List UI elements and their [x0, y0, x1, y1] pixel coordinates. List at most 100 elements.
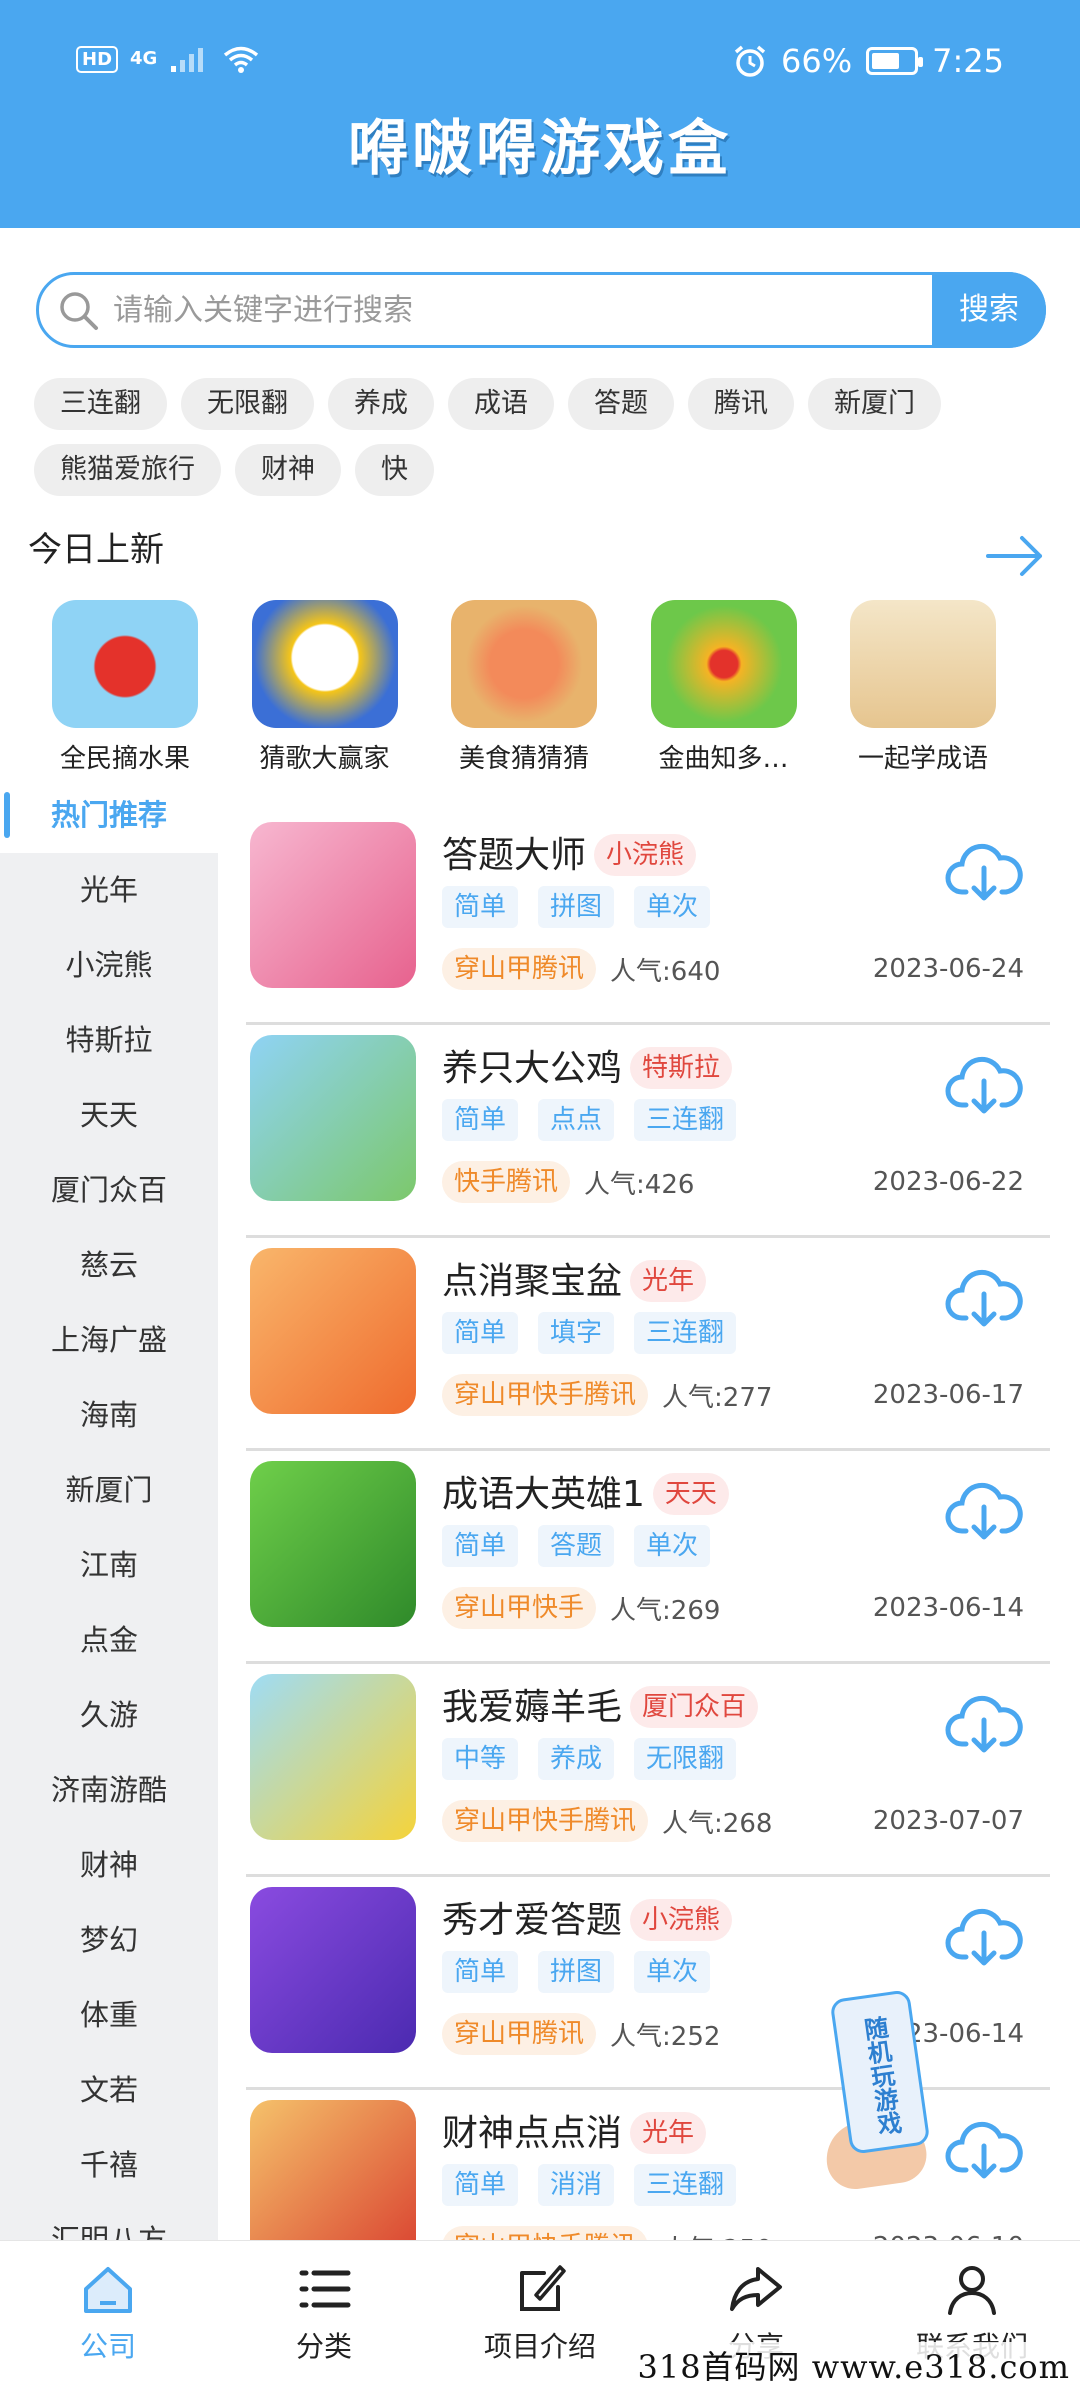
nav-item[interactable]: 公司: [0, 2241, 216, 2388]
sidebar-item[interactable]: 特斯拉: [0, 1003, 218, 1078]
company-badge: 小浣熊: [630, 1899, 733, 1941]
sidebar-item[interactable]: 点金: [0, 1603, 218, 1678]
hot-tag[interactable]: 无限翻: [181, 378, 314, 430]
hot-tag[interactable]: 成语: [448, 378, 554, 430]
sidebar-item[interactable]: 光年: [0, 853, 218, 928]
platform-badge: 穿山甲快手腾讯: [442, 1800, 649, 1842]
release-date: 2023-07-07: [872, 1806, 1024, 1836]
sidebar-item[interactable]: 汇明八方: [0, 2203, 218, 2240]
download-cloud-icon[interactable]: [944, 1692, 1024, 1756]
game-tags: 简单 拼图 单次: [442, 886, 711, 928]
sidebar-item[interactable]: 千禧: [0, 2128, 218, 2203]
game-title: 养只大公鸡 特斯拉: [442, 1039, 733, 1091]
game-title: 点消聚宝盆 光年: [442, 1252, 707, 1304]
nav-item[interactable]: 分类: [216, 2241, 432, 2388]
company-badge: 厦门众百: [630, 1686, 759, 1728]
popularity: 人气:268: [662, 1808, 773, 1839]
network-label: 4G: [130, 48, 158, 69]
platform-badge: 穿山甲快手: [442, 1587, 597, 1629]
today-game-item[interactable]: 全民摘水果: [40, 600, 210, 775]
fruit-icon: [52, 600, 198, 728]
game-title: 我爱薅羊毛 厦门众百: [442, 1678, 759, 1730]
sidebar-item[interactable]: 天天: [0, 1078, 218, 1153]
sidebar-item[interactable]: 久游: [0, 1678, 218, 1753]
game-tag: 简单: [442, 1312, 519, 1354]
sidebar-item[interactable]: 文若: [0, 2053, 218, 2128]
hot-tag[interactable]: 快: [355, 444, 434, 496]
sidebar-item[interactable]: 体重: [0, 1978, 218, 2053]
nav-item[interactable]: 项目介绍: [432, 2241, 648, 2388]
sidebar-item[interactable]: 新厦门: [0, 1453, 218, 1528]
game-card[interactable]: 我爱薅羊毛 厦门众百 中等 养成 无限翻 穿山甲快手腾讯 人气:268 2023-07-07: [246, 1664, 1050, 1877]
download-cloud-icon[interactable]: [944, 1905, 1024, 1969]
wifi-icon: [224, 46, 259, 73]
game-meta: 穿山甲腾讯 人气:252: [442, 2013, 720, 2055]
sidebar-item[interactable]: 财神: [0, 1828, 218, 1903]
sidebar-item[interactable]: 小浣熊: [0, 928, 218, 1003]
game-tag: 三连翻: [634, 1099, 737, 1141]
game-card[interactable]: 答题大师 小浣熊 简单 拼图 单次 穿山甲腾讯 人气:640 2023-06-24: [246, 812, 1050, 1025]
game-tag: 点点: [538, 1099, 615, 1141]
hot-tag[interactable]: 新厦门: [808, 378, 941, 430]
signal-icon: [171, 48, 204, 72]
release-date: 2023-06-17: [872, 1380, 1024, 1410]
game-name-text: 财神点点消: [442, 2113, 623, 2154]
hot-tag[interactable]: 三连翻: [34, 378, 167, 430]
hot-tag[interactable]: 熊猫爱旅行: [34, 444, 221, 496]
share-icon: [730, 2267, 782, 2311]
game-meta: 穿山甲快手 人气:269: [442, 1587, 720, 1629]
sidebar-item[interactable]: 热门推荐: [0, 778, 218, 853]
random-game-button[interactable]: 随机玩游戏: [820, 1989, 940, 2193]
game-meta: 穿山甲快手腾讯 人气:268: [442, 1800, 772, 1842]
game-card[interactable]: 成语大英雄1 天天 简单 答题 单次 穿山甲快手 人气:269 2023-06-14: [246, 1451, 1050, 1664]
watermark: 318首码网 www.e318.com: [633, 2342, 1074, 2388]
game-tag: 简单: [442, 886, 519, 928]
search-icon: [60, 292, 98, 330]
hot-tag[interactable]: 答题: [568, 378, 674, 430]
popularity: 人气:269: [610, 1595, 721, 1626]
today-game-item[interactable]: 美食猜猜猜: [439, 600, 609, 775]
sidebar-item[interactable]: 厦门众百: [0, 1153, 218, 1228]
download-cloud-icon[interactable]: [944, 2118, 1024, 2182]
platform-badge: 穿山甲腾讯: [442, 948, 597, 990]
popularity: 人气:426: [584, 1169, 695, 1200]
category-sidebar: 热门推荐 光年 小浣熊 特斯拉 天天 厦门众百 慈云 上海广盛 海南 新厦门 江南 点金 久游 济南游酷财…: [0, 778, 218, 2240]
platform-badge: 快手腾讯: [442, 1161, 571, 1203]
sidebar-item[interactable]: 慈云: [0, 1228, 218, 1303]
app-header: HD 4G 66% 7:25 嘚啵嘚游戏盒: [0, 0, 1080, 228]
today-game-item[interactable]: 一起学成语: [838, 600, 1008, 775]
game-tag: 简单: [442, 2164, 519, 2206]
sidebar-item[interactable]: 海南: [0, 1378, 218, 1453]
list-icon: [299, 2270, 351, 2308]
hot-tag[interactable]: 腾讯: [688, 378, 794, 430]
sidebar-item[interactable]: 梦幻: [0, 1903, 218, 1978]
download-cloud-icon[interactable]: [944, 1266, 1024, 1330]
sidebar-item[interactable]: 江南: [0, 1528, 218, 1603]
today-game-item[interactable]: 猜歌大赢家: [240, 600, 410, 775]
game-tag: 单次: [634, 1951, 711, 1993]
company-badge: 光年: [630, 2112, 707, 2154]
sidebar-item[interactable]: 济南游酷: [0, 1753, 218, 1828]
game-tag: 答题: [538, 1525, 615, 1567]
today-game-item[interactable]: 金曲知多…: [639, 600, 809, 775]
download-cloud-icon[interactable]: [944, 1053, 1024, 1117]
hot-tag[interactable]: 养成: [328, 378, 434, 430]
today-game-name: 金曲知多…: [658, 744, 789, 774]
coin-icon: [250, 1248, 416, 1414]
scholar-icon: [850, 600, 996, 728]
game-card[interactable]: 养只大公鸡 特斯拉 简单 点点 三连翻 快手腾讯 人气:426 2023-06-22: [246, 1025, 1050, 1238]
arrow-right-icon[interactable]: [986, 534, 1044, 578]
game-card[interactable]: 点消聚宝盆 光年 简单 填字 三连翻 穿山甲快手腾讯 人气:277 2023-06-17: [246, 1238, 1050, 1451]
hot-tag[interactable]: 财神: [235, 444, 341, 496]
alarm-icon: [734, 45, 766, 77]
download-cloud-icon[interactable]: [944, 840, 1024, 904]
game-title: 答题大师 小浣熊: [442, 826, 697, 878]
download-cloud-icon[interactable]: [944, 1479, 1024, 1543]
search-button[interactable]: 搜索: [932, 272, 1046, 348]
search-input[interactable]: [113, 281, 873, 339]
sidebar-item[interactable]: 上海广盛: [0, 1303, 218, 1378]
popularity: 人气:252: [610, 2021, 721, 2052]
today-new-title: 今日上新: [28, 530, 164, 570]
game-tag: 拼图: [538, 1951, 615, 1993]
hero-icon: [250, 1461, 416, 1627]
